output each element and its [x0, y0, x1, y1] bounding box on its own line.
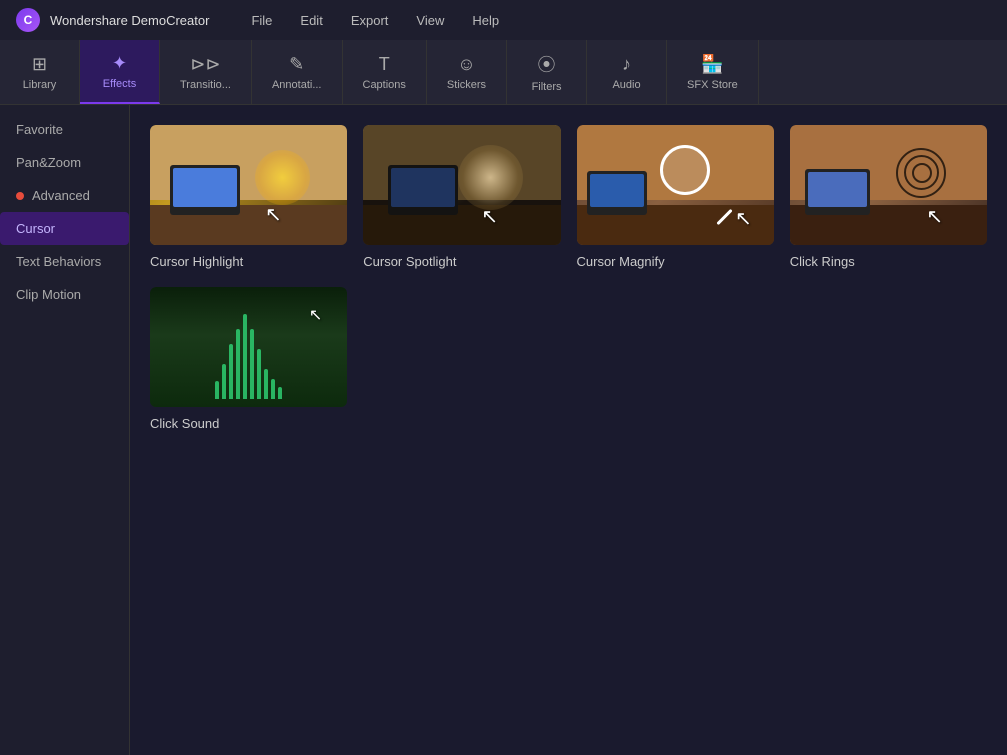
tab-transitions[interactable]: ⊳⊳ Transitio... [160, 40, 252, 104]
tab-sfx-store[interactable]: 🏪 SFX Store [667, 40, 759, 104]
menu-help[interactable]: Help [460, 9, 511, 32]
tab-library[interactable]: ⊞ Library [0, 40, 80, 104]
sound-bar-6 [250, 329, 254, 399]
main-layout: Favorite Pan&Zoom Advanced Cursor Text B… [0, 105, 1007, 755]
sound-bar-1 [215, 381, 219, 399]
cursor-magnify-thumb: ↖ [577, 125, 774, 245]
toolbar: ⊞ Library ✦ Effects ⊳⊳ Transitio... ✎ An… [0, 40, 1007, 105]
menu-bar: File Edit Export View Help [239, 9, 511, 32]
sound-bar-9 [271, 379, 275, 399]
favorite-label: Favorite [16, 122, 63, 137]
menu-export[interactable]: Export [339, 9, 401, 32]
cursor-spotlight-cursor-icon: ↖ [481, 204, 498, 229]
library-icon: ⊞ [32, 54, 47, 75]
effects-icon: ✦ [112, 53, 127, 74]
click-rings-label: Click Rings [790, 254, 855, 269]
magnify-glass-circle [660, 145, 710, 195]
tab-filters[interactable]: ⦿ Filters [507, 40, 587, 104]
cursor-highlight-thumb: ↖ [150, 125, 347, 245]
cursor-magnify-label: Cursor Magnify [577, 254, 665, 269]
sidebar-item-clip-motion[interactable]: Clip Motion [0, 278, 129, 311]
sound-bar-10 [278, 387, 282, 399]
effect-card-cursor-highlight[interactable]: ↖ Cursor Highlight [150, 125, 347, 271]
effects-content: ↖ Cursor Highlight [130, 105, 1007, 755]
sound-bar-7 [257, 349, 261, 399]
tab-audio[interactable]: ♪ Audio [587, 40, 667, 104]
cursor-highlight-label: Cursor Highlight [150, 254, 243, 269]
stickers-icon: ☺ [457, 54, 475, 75]
click-rings-cursor-icon: ↖ [926, 204, 943, 229]
menu-view[interactable]: View [404, 9, 456, 32]
effect-card-click-sound[interactable]: ↖ Click Sound [150, 287, 347, 433]
cursor-magnify-cursor-icon: ↖ [735, 206, 752, 231]
sound-bar-2 [222, 364, 226, 399]
cursor-spotlight-label: Cursor Spotlight [363, 254, 456, 269]
clip-motion-label: Clip Motion [16, 287, 81, 302]
click-sound-label: Click Sound [150, 416, 219, 431]
pan-zoom-label: Pan&Zoom [16, 155, 81, 170]
click-sound-thumb: ↖ [150, 287, 347, 407]
app-title: Wondershare DemoCreator [50, 13, 209, 28]
tab-effects[interactable]: ✦ Effects [80, 40, 160, 104]
tab-stickers[interactable]: ☺ Stickers [427, 40, 507, 104]
text-behaviors-label: Text Behaviors [16, 254, 101, 269]
cursor-highlight-cursor-icon: ↖ [265, 202, 282, 227]
sound-bar-4 [236, 329, 240, 399]
advanced-label: Advanced [32, 188, 90, 203]
effects-grid: ↖ Cursor Highlight [150, 125, 987, 433]
click-rings-thumb: ↖ [790, 125, 987, 245]
audio-icon: ♪ [622, 54, 631, 75]
filters-icon: ⦿ [538, 51, 556, 77]
click-ring-3 [896, 148, 946, 198]
menu-edit[interactable]: Edit [288, 9, 334, 32]
cursor-label: Cursor [16, 221, 55, 236]
sound-bar-3 [229, 344, 233, 399]
menu-file[interactable]: File [239, 9, 284, 32]
sfx-store-icon: 🏪 [701, 54, 723, 75]
tab-annotations[interactable]: ✎ Annotati... [252, 40, 343, 104]
sidebar-item-favorite[interactable]: Favorite [0, 113, 129, 146]
captions-icon: T [379, 54, 390, 75]
sidebar-item-pan-zoom[interactable]: Pan&Zoom [0, 146, 129, 179]
annotations-icon: ✎ [289, 54, 304, 75]
titlebar: C Wondershare DemoCreator File Edit Expo… [0, 0, 1007, 40]
transitions-icon: ⊳⊳ [190, 54, 220, 75]
click-sound-cursor-icon: ↖ [309, 305, 322, 325]
effect-card-click-rings[interactable]: ↖ Click Rings [790, 125, 987, 271]
effect-card-cursor-spotlight[interactable]: ↖ Cursor Spotlight [363, 125, 560, 271]
sidebar-item-advanced[interactable]: Advanced [0, 179, 129, 212]
sidebar-item-cursor[interactable]: Cursor [0, 212, 129, 245]
app-logo: C [16, 8, 40, 32]
cursor-spotlight-thumb: ↖ [363, 125, 560, 245]
sidebar-item-text-behaviors[interactable]: Text Behaviors [0, 245, 129, 278]
sound-bar-8 [264, 369, 268, 399]
tab-captions[interactable]: T Captions [343, 40, 427, 104]
sound-bar-5 [243, 314, 247, 399]
advanced-dot [16, 192, 24, 200]
effect-card-cursor-magnify[interactable]: ↖ Cursor Magnify [577, 125, 774, 271]
sidebar: Favorite Pan&Zoom Advanced Cursor Text B… [0, 105, 130, 755]
